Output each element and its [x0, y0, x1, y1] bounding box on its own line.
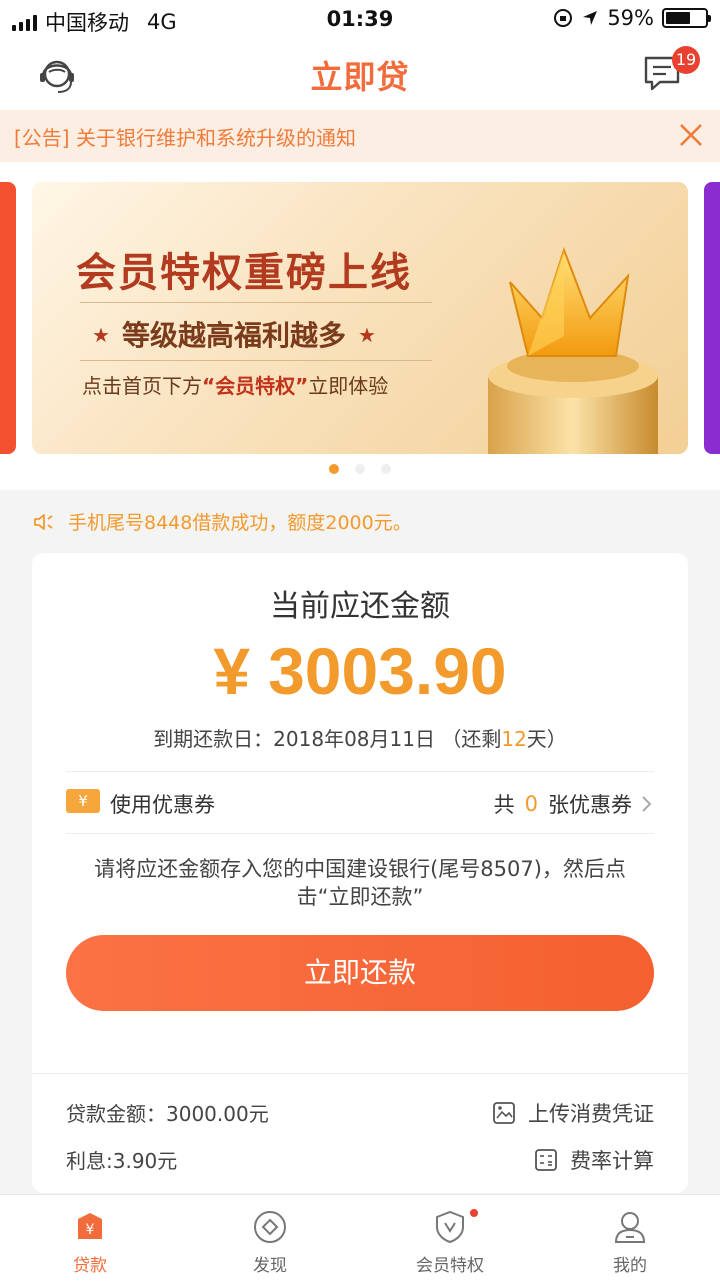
notification-dot	[470, 1209, 478, 1217]
amount-label: 当前应还金额	[270, 589, 450, 624]
banner-slide[interactable]: 会员特权重磅上线 ★ 等级越高福利越多 ★ 点击首页下方“会员特权”立即体验	[32, 182, 688, 454]
divider	[32, 1073, 688, 1074]
tab-bar: ¥ 贷款 发现 会员特权 我的	[0, 1194, 720, 1281]
banner-subline: ★ 等级越高福利越多 ★	[92, 319, 376, 352]
location-arrow-icon	[583, 11, 598, 25]
carousel-dot[interactable]	[355, 464, 365, 474]
carousel-dot[interactable]	[381, 464, 391, 474]
nav-bar: 立即贷 19	[0, 38, 720, 110]
repayment-card: 当前应还金额 ¥3003.90 到期还款日：2018年08月11日 （还剩12天…	[32, 553, 688, 1193]
message-badge: 19	[672, 46, 700, 74]
image-upload-icon	[493, 1102, 515, 1124]
upload-receipt-button[interactable]: 上传消费凭证	[492, 1098, 654, 1128]
banner-cta: 点击首页下方“会员特权”立即体验	[82, 374, 389, 398]
banner-divider	[80, 360, 432, 361]
repay-now-button[interactable]: 立即还款	[66, 935, 654, 1011]
ticker-text: 手机尾号8448借款成功，额度2000元。	[68, 512, 412, 534]
svg-text:¥: ¥	[86, 1222, 95, 1238]
star-icon: ★	[92, 323, 110, 347]
banner-divider	[80, 302, 432, 303]
repay-instruction: 请将应还金额存入您的中国建设银行(尾号8507)，然后点击“立即还款”	[94, 857, 626, 909]
banner-headline: 会员特权重磅上线	[76, 250, 412, 296]
tab-mine[interactable]: 我的	[540, 1195, 720, 1281]
rate-calculator-button[interactable]: 费率计算	[534, 1145, 654, 1175]
notice-bar[interactable]: [公告] 关于银行维护和系统升级的通知	[0, 110, 720, 162]
battery-percent: 59%	[607, 6, 654, 30]
divider	[66, 833, 654, 834]
close-icon[interactable]	[678, 122, 704, 148]
crown-icon	[488, 246, 658, 454]
amount-value: ¥3003.90	[213, 634, 507, 708]
banner-next-peek	[704, 182, 720, 454]
banner-prev-peek	[0, 182, 16, 454]
tab-loan[interactable]: ¥ 贷款	[0, 1195, 180, 1281]
coupon-row[interactable]: ¥ 使用优惠券 共 0 张优惠券	[66, 771, 654, 833]
chevron-right-icon	[642, 796, 652, 812]
banner-carousel[interactable]: 会员特权重磅上线 ★ 等级越高福利越多 ★ 点击首页下方“会员特权”立即体验	[0, 162, 720, 490]
notice-text[interactable]: [公告] 关于银行维护和系统升级的通知	[14, 122, 356, 151]
page-title: 立即贷	[310, 58, 410, 96]
messages-button[interactable]: 19	[642, 46, 700, 94]
tab-discover[interactable]: 发现	[180, 1195, 360, 1281]
calculator-icon	[535, 1149, 557, 1171]
loan-icon: ¥	[78, 1213, 102, 1239]
carousel-dot[interactable]	[329, 464, 339, 474]
compass-icon	[254, 1211, 286, 1243]
battery-icon	[662, 8, 711, 28]
carousel-indicator	[0, 464, 720, 474]
coupon-count[interactable]: 共 0 张优惠券	[494, 789, 654, 819]
shield-icon	[436, 1210, 464, 1244]
coupon-label: 使用优惠券	[110, 793, 215, 817]
loan-amount: 贷款金额：3000.00元	[66, 1102, 269, 1126]
orientation-lock-icon	[554, 9, 573, 27]
status-bar: 中国移动 4G 01:39 59%	[0, 0, 720, 38]
tab-member-privileges[interactable]: 会员特权	[360, 1195, 540, 1281]
coupon-icon: ¥	[66, 789, 100, 813]
interest-amount: 利息:3.90元	[66, 1149, 178, 1173]
status-right: 59%	[553, 6, 711, 30]
due-date: 到期还款日：2018年08月11日 （还剩12天）	[153, 727, 567, 751]
star-icon: ★	[357, 323, 376, 347]
user-icon	[614, 1212, 646, 1243]
announcement-ticker: 手机尾号8448借款成功，额度2000元。	[32, 508, 412, 535]
speaker-icon	[34, 513, 53, 530]
